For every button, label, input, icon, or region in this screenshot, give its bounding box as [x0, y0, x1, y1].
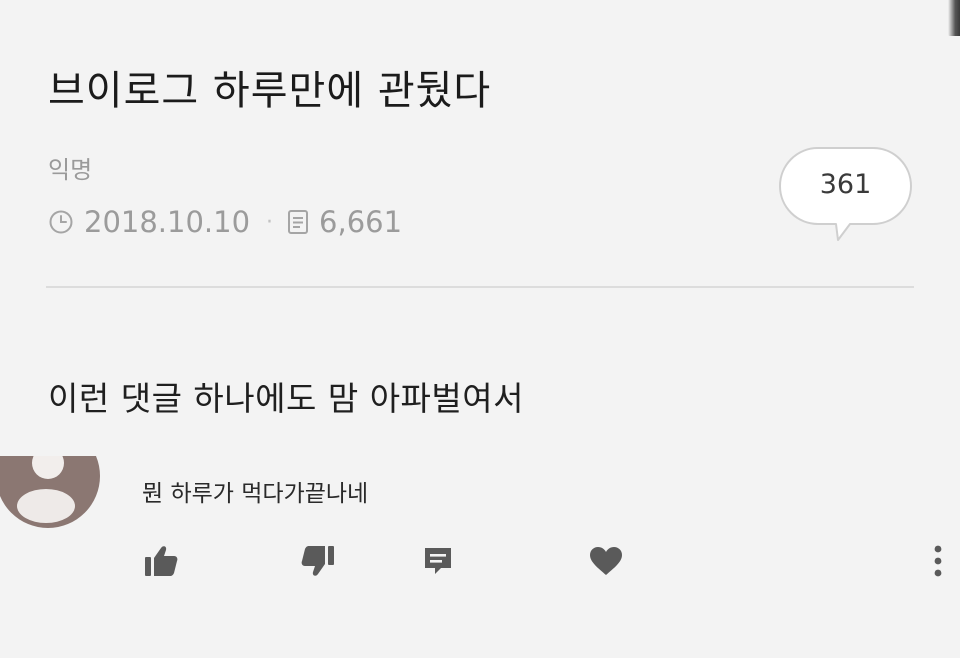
avatar[interactable]: [0, 456, 100, 530]
view-count: 6,661: [319, 205, 403, 239]
scrollbar[interactable]: [948, 0, 960, 36]
post-body: 이런 댓글 하나에도 맘 아파벌여서: [48, 379, 524, 418]
thumbs-up-icon[interactable]: [141, 541, 181, 581]
post-screen: 브이로그 하루만에 관뒀다 익명 2018.10.10 · 6,661 361: [0, 0, 960, 658]
comment-text: 뭔 하루가 먹다가끝나네: [142, 481, 369, 507]
clock-icon: [48, 209, 74, 235]
post-author: 익명: [48, 156, 93, 184]
meta-separator: ·: [266, 209, 274, 235]
thumbs-down-icon[interactable]: [298, 541, 338, 581]
post-meta: 2018.10.10 · 6,661: [48, 202, 402, 242]
message-icon[interactable]: [418, 541, 458, 581]
more-vertical-icon[interactable]: [918, 541, 958, 581]
divider: [46, 286, 914, 288]
post-title: 브이로그 하루만에 관뒀다: [48, 68, 492, 114]
comment-count[interactable]: 361: [778, 169, 913, 200]
post-date: 2018.10.10: [84, 205, 251, 239]
heart-icon[interactable]: [586, 541, 626, 581]
document-icon: [287, 209, 309, 235]
